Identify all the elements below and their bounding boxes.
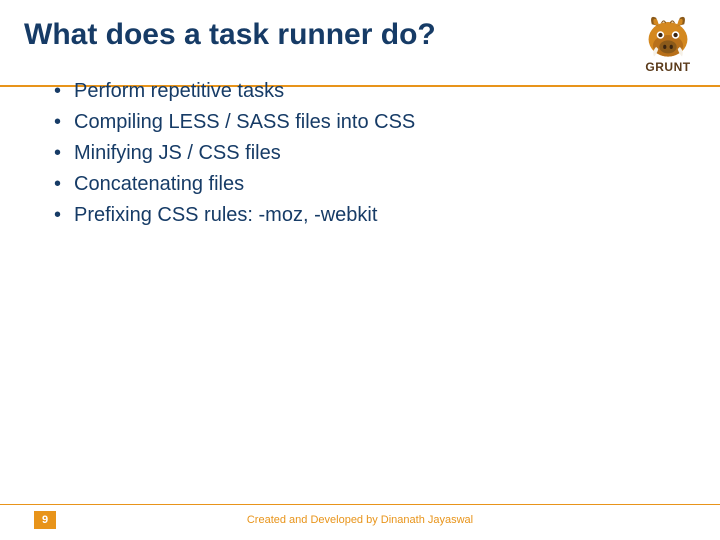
footer-credit: Created and Developed by Dinanath Jayasw… [0,514,720,526]
list-item: Perform repetitive tasks [50,76,670,107]
footer-divider [0,504,720,505]
grunt-logo: GRUNT [636,8,700,74]
list-item: Concatenating files [50,169,670,200]
slide-header: What does a task runner do? GRUNT [0,0,720,52]
boar-icon [641,8,695,62]
list-item: Compiling LESS / SASS files into CSS [50,107,670,138]
list-item: Minifying JS / CSS files [50,138,670,169]
slide-footer: 9 Created and Developed by Dinanath Jaya… [0,504,720,540]
logo-text: GRUNT [636,60,700,74]
list-item: Prefixing CSS rules: -moz, -webkit [50,200,670,231]
slide-content: Perform repetitive tasks Compiling LESS … [0,52,720,231]
bullet-list: Perform repetitive tasks Compiling LESS … [50,76,670,231]
slide-title: What does a task runner do? [24,18,696,52]
